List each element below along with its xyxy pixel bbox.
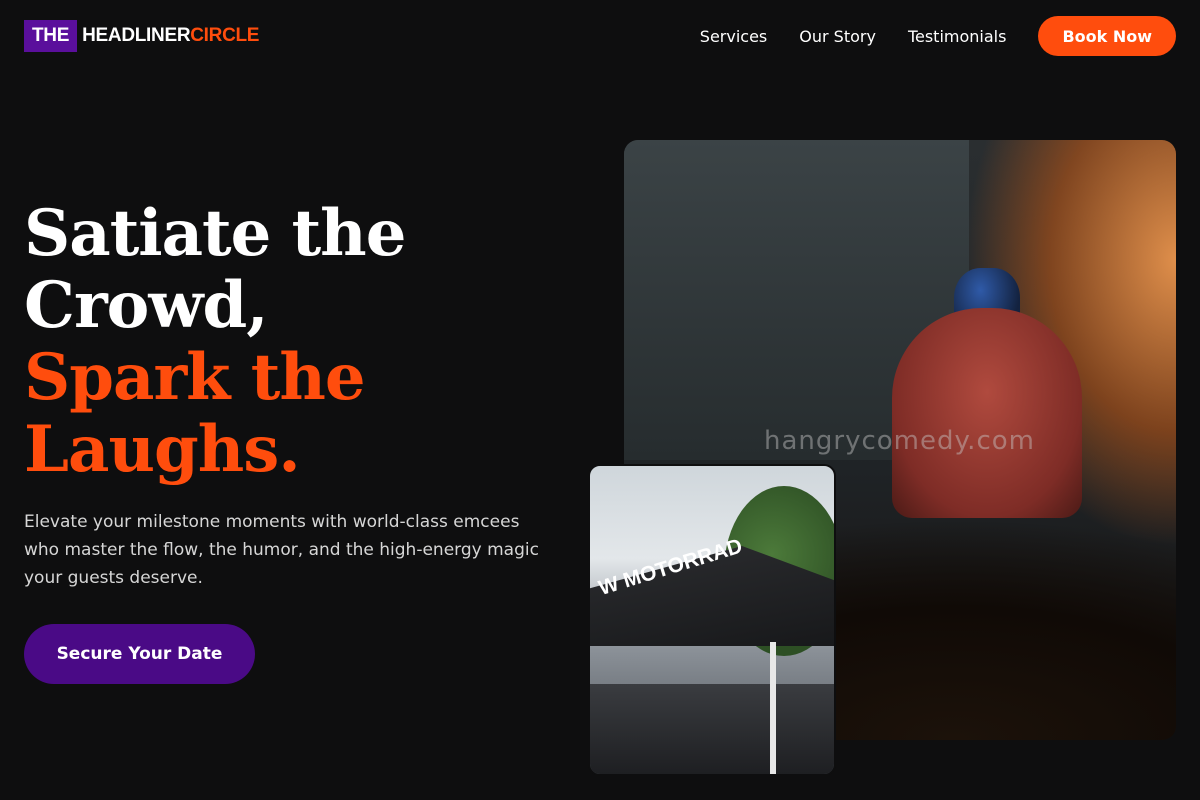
logo-circle-text: CIRCLE (190, 25, 260, 46)
nav-link-our-story[interactable]: Our Story (799, 27, 876, 46)
secure-your-date-button[interactable]: Secure Your Date (24, 624, 255, 684)
headline-line-1: Satiate the (24, 196, 406, 271)
hero-headline: Satiate the Crowd, Spark the Laughs. (24, 198, 584, 486)
hero-subtext: Elevate your milestone moments with worl… (24, 512, 539, 588)
headline-accent-line-1: Spark the (24, 340, 366, 415)
brand-logo[interactable]: THE HEADLINER CIRCLE (24, 20, 259, 52)
nav-link-testimonials[interactable]: Testimonials (908, 27, 1007, 46)
tent-pole (770, 642, 776, 774)
performer-hoodie (892, 308, 1082, 518)
nav-link-services[interactable]: Services (700, 27, 767, 46)
logo-headliner-text: HEADLINER (82, 25, 191, 46)
event-ground (590, 684, 834, 774)
landing-page: THE HEADLINER CIRCLE Services Our Story … (0, 0, 1200, 800)
headline-accent-line-2: Laughs. (24, 412, 301, 487)
logo-the-badge: THE (24, 20, 78, 52)
image-watermark: hangrycomedy.com (764, 426, 1035, 456)
headline-line-2: Crowd, (24, 268, 268, 343)
main-nav: Services Our Story Testimonials Book Now (700, 16, 1176, 56)
book-now-button[interactable]: Book Now (1038, 16, 1176, 56)
hero-image-event-tent: W MOTORRAD (588, 464, 836, 776)
